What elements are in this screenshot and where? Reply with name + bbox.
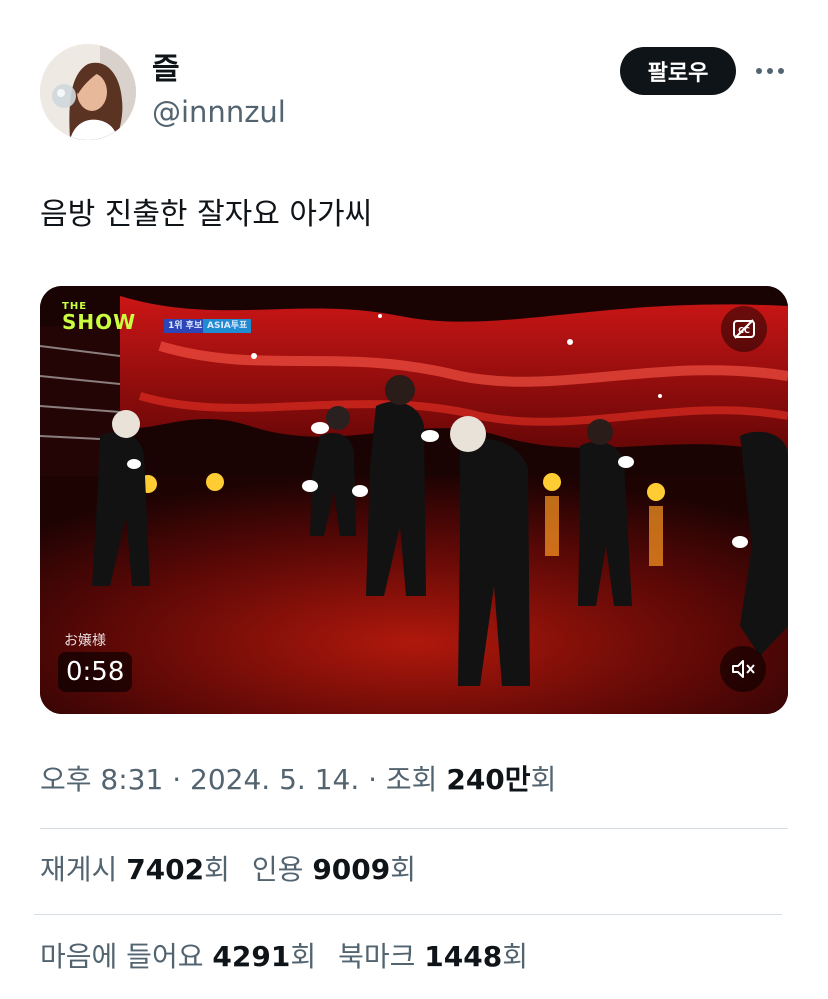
views-label: 조회: [385, 763, 447, 796]
tweet-text: 음방 진출한 잘자요 아가씨: [40, 197, 373, 232]
likes-count: 4291: [212, 940, 291, 973]
share-stats-row: 재게시 7402회 인용 9009회: [40, 852, 416, 888]
retweets-stat[interactable]: 재게시 7402회: [40, 852, 230, 888]
divider: [40, 828, 788, 829]
meta-separator: ·: [163, 763, 191, 796]
quotes-label: 인용: [251, 853, 313, 886]
broadcast-badge: 1위 후보: [164, 319, 207, 333]
tweet-time[interactable]: 오후 8:31: [40, 763, 163, 796]
muted-speaker-icon[interactable]: [720, 646, 766, 692]
logo-big-text: SHOW: [62, 310, 137, 334]
views-count: 240만: [446, 763, 531, 796]
likes-suffix: 회: [290, 940, 317, 973]
bookmarks-suffix: 회: [502, 940, 528, 973]
broadcast-logo: THE SHOW: [62, 302, 137, 334]
bookmarks-stat[interactable]: 북마크 1448회: [338, 939, 528, 975]
tweet-meta: 오후 8:31 · 2024. 5. 14. · 조회 240만회: [40, 762, 556, 798]
bookmarks-label: 북마크: [338, 940, 425, 973]
captions-off-icon[interactable]: CC: [721, 306, 767, 352]
likes-stat[interactable]: 마음에 들어요 4291회: [40, 939, 316, 975]
more-horizontal-icon[interactable]: [754, 60, 786, 82]
retweets-label: 재게시: [40, 853, 127, 886]
quotes-suffix: 회: [390, 853, 417, 886]
likes-label: 마음에 들어요: [40, 940, 213, 973]
display-name[interactable]: 즐: [152, 52, 180, 88]
follow-button[interactable]: 팔로우: [620, 47, 736, 95]
avatar[interactable]: [40, 44, 136, 140]
video-duration: 0:58: [58, 652, 133, 692]
bookmarks-count: 1448: [424, 940, 503, 973]
retweets-count: 7402: [126, 853, 205, 886]
quotes-count: 9009: [312, 853, 391, 886]
engagement-stats-row: 마음에 들어요 4291회 북마크 1448회: [40, 939, 528, 975]
quotes-stat[interactable]: 인용 9009회: [252, 852, 416, 888]
broadcast-badge-secondary: ASIA투표: [203, 319, 252, 333]
meta-separator: ·: [359, 763, 386, 796]
retweets-suffix: 회: [204, 853, 230, 886]
user-handle[interactable]: @innnzul: [152, 94, 286, 130]
video-player[interactable]: THE SHOW 1위 후보 ASIA투표 CC お嬢様 0:58: [40, 286, 788, 714]
views-suffix: 회: [530, 763, 557, 796]
video-frame: [40, 286, 788, 714]
avatar-photo: [40, 44, 136, 140]
divider: [34, 914, 782, 915]
tweet-date[interactable]: 2024. 5. 14.: [190, 763, 359, 796]
video-caption: お嬢様: [64, 633, 106, 649]
